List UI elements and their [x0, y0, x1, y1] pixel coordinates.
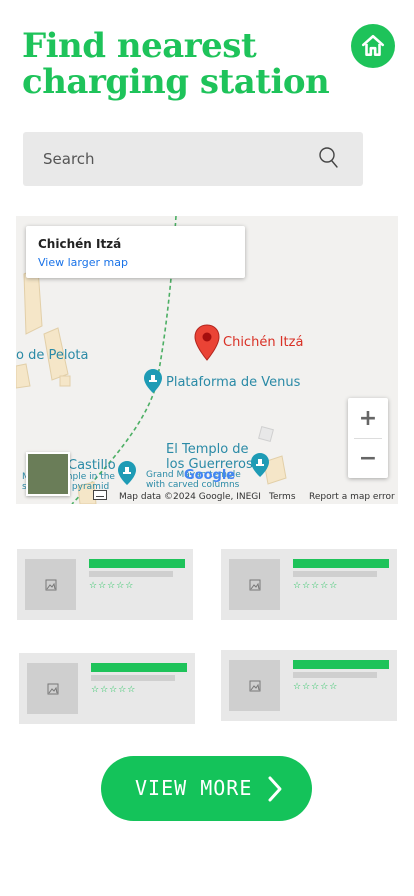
image-icon	[249, 579, 260, 590]
chevron-right-icon	[268, 776, 282, 802]
monument-icon	[144, 369, 162, 393]
card-subtitle-placeholder	[293, 672, 377, 678]
card-title-placeholder	[293, 660, 389, 669]
image-icon	[47, 683, 58, 694]
search-icon[interactable]	[318, 146, 340, 170]
monument-icon	[251, 453, 269, 477]
card-subtitle-placeholder	[293, 571, 377, 577]
map-label-templo-line1: El Templo de	[166, 442, 249, 457]
place-card: Chichén Itzá View larger map	[26, 226, 245, 278]
card-image	[25, 559, 76, 610]
card-image	[229, 559, 280, 610]
card-title-placeholder	[91, 663, 187, 672]
zoom-controls: + −	[348, 398, 388, 478]
map-label-pelota: o de Pelota	[16, 348, 89, 363]
map-label-castillo: Castillo	[68, 458, 116, 473]
view-more-label: VIEW MORE	[135, 776, 253, 800]
card-subtitle-placeholder	[89, 571, 173, 577]
map-label-venus: Plataforma de Venus	[166, 375, 301, 390]
station-card[interactable]: ☆☆☆☆☆	[19, 653, 195, 724]
google-logo: Google	[184, 468, 236, 483]
monument-icon	[118, 461, 136, 485]
card-title-placeholder	[89, 559, 185, 568]
image-icon	[45, 579, 56, 590]
title-line-1: Find nearest	[22, 26, 257, 66]
view-larger-map-link[interactable]: View larger map	[38, 256, 128, 269]
rating-stars: ☆☆☆☆☆	[293, 581, 339, 591]
image-icon	[249, 680, 260, 691]
map-attribution: Map data ©2024 Google, INEGI	[119, 492, 261, 502]
card-image	[27, 663, 78, 714]
map-terms-link[interactable]: Terms	[269, 492, 296, 502]
map-pin-icon[interactable]	[193, 324, 221, 362]
card-title-placeholder	[293, 559, 389, 568]
page-title: Find nearest charging station	[22, 28, 342, 100]
report-map-error-link[interactable]: Report a map error	[309, 492, 395, 502]
zoom-out-button[interactable]: −	[348, 438, 388, 478]
station-card[interactable]: ☆☆☆☆☆	[17, 549, 193, 620]
place-name: Chichén Itzá	[38, 237, 122, 251]
zoom-in-button[interactable]: +	[348, 398, 388, 438]
rating-stars: ☆☆☆☆☆	[293, 682, 339, 692]
search-bar	[23, 132, 363, 186]
zoom-divider	[354, 438, 382, 439]
map-embed[interactable]: Chichén Itzá View larger map o de Pelota…	[16, 216, 398, 504]
home-button[interactable]	[351, 24, 395, 68]
map-label-chichen: Chichén Itzá	[223, 335, 304, 350]
card-subtitle-placeholder	[91, 675, 175, 681]
rating-stars: ☆☆☆☆☆	[89, 581, 135, 591]
satellite-toggle[interactable]	[26, 452, 70, 496]
title-line-2: charging station	[22, 62, 330, 102]
search-input[interactable]	[23, 132, 323, 186]
card-image	[229, 660, 280, 711]
keyboard-icon[interactable]	[93, 490, 107, 500]
station-card[interactable]: ☆☆☆☆☆	[221, 549, 397, 620]
rating-stars: ☆☆☆☆☆	[91, 685, 137, 695]
station-card[interactable]: ☆☆☆☆☆	[221, 650, 397, 721]
home-icon	[361, 34, 385, 56]
